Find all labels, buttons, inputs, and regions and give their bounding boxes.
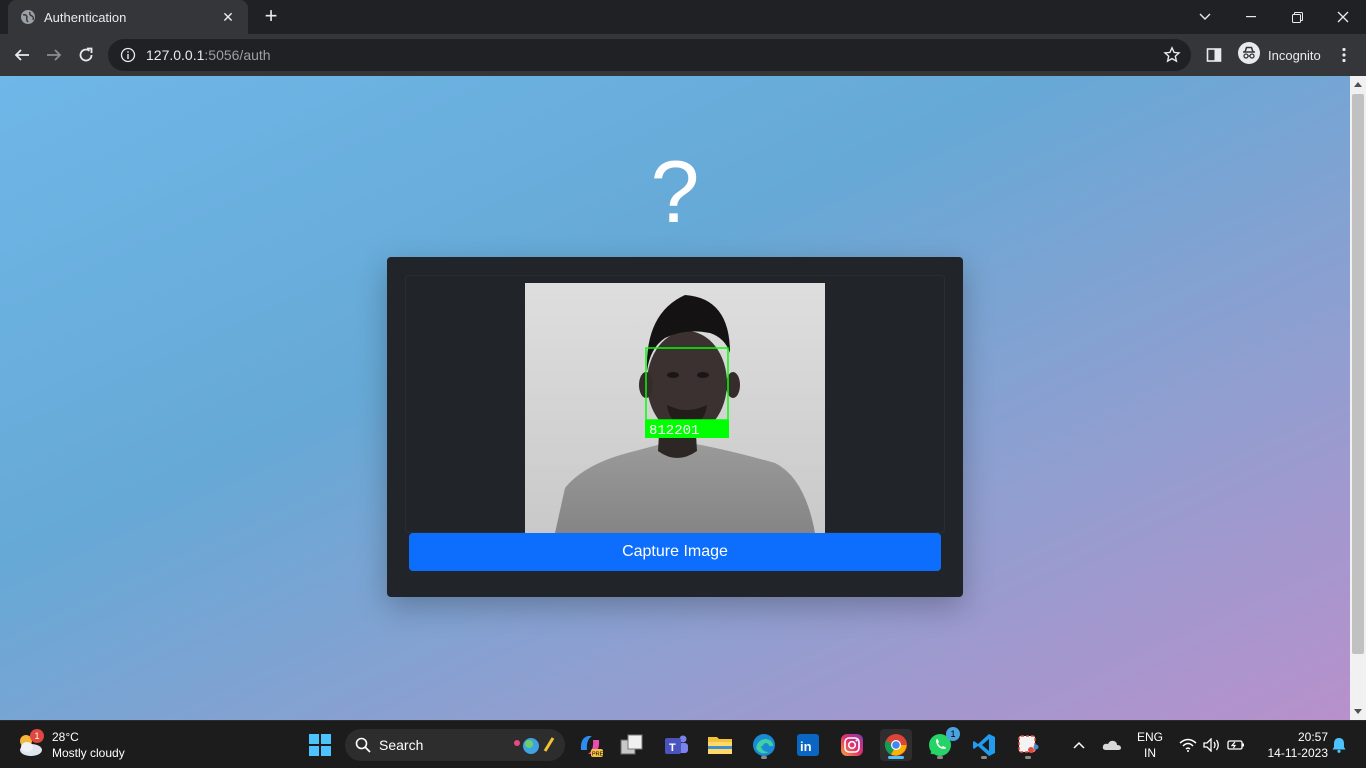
tab-title: Authentication xyxy=(44,9,127,25)
chrome-icon xyxy=(884,734,907,756)
face-id-label: 812201 xyxy=(649,423,699,439)
capture-image-button[interactable]: Capture Image xyxy=(409,533,941,571)
auth-card: 812201 Capture Image xyxy=(387,257,963,597)
edge-button[interactable] xyxy=(748,729,780,761)
weather-widget[interactable]: 1 28°C Mostly cloudy xyxy=(16,727,125,763)
clock-date: 14-11-2023 xyxy=(1267,746,1329,760)
windows-start-button[interactable] xyxy=(304,729,336,761)
chevron-up-icon xyxy=(1073,741,1085,749)
reload-button[interactable] xyxy=(72,41,100,69)
browser-toolbar: 127.0.0.1:5056/auth Incognito xyxy=(0,34,1366,76)
incognito-profile-button[interactable]: Incognito xyxy=(1232,41,1327,69)
snipping-tool-button[interactable] xyxy=(1012,729,1044,761)
bell-icon xyxy=(1332,738,1346,753)
chrome-menu-button[interactable] xyxy=(1330,41,1358,69)
reload-icon xyxy=(79,47,93,62)
cloudy-weather-icon: 1 xyxy=(16,729,44,759)
new-tab-button[interactable]: + xyxy=(260,5,282,28)
back-arrow-icon xyxy=(14,49,29,61)
linkedin-icon: in xyxy=(797,734,819,756)
copilot-icon: PRE xyxy=(580,736,603,758)
instagram-button[interactable] xyxy=(836,729,868,761)
region-code: IN xyxy=(1144,746,1156,760)
onedrive-button[interactable] xyxy=(1097,729,1127,761)
chrome-button[interactable] xyxy=(880,729,912,761)
language-indicator[interactable]: ENG IN xyxy=(1134,729,1166,761)
instagram-icon xyxy=(841,734,863,756)
linkedin-button[interactable]: in xyxy=(792,729,824,761)
site-info-icon[interactable] xyxy=(120,47,136,63)
battery-charging-icon xyxy=(1227,740,1244,750)
file-explorer-icon xyxy=(708,737,732,754)
vscode-button[interactable] xyxy=(968,729,1000,761)
scroll-down-icon[interactable] xyxy=(1354,709,1362,714)
weather-description: Mostly cloudy xyxy=(52,746,125,760)
system-tray-status[interactable] xyxy=(1174,729,1250,761)
scrollbar-thumb[interactable] xyxy=(1352,94,1364,654)
side-panel-icon xyxy=(1206,48,1222,62)
whatsapp-button[interactable]: 1 xyxy=(924,727,960,761)
page-scrollbar[interactable] xyxy=(1350,76,1366,720)
taskbar-search-box[interactable]: Search xyxy=(345,729,565,761)
teams-icon: T xyxy=(665,735,688,754)
svg-text:in: in xyxy=(800,739,812,754)
forward-button[interactable] xyxy=(40,41,68,69)
language-code: ENG xyxy=(1136,730,1163,744)
windows-taskbar: 1 28°C Mostly cloudy Search PRE T in 1 E… xyxy=(0,720,1366,768)
weather-badge: 1 xyxy=(30,729,44,743)
incognito-label: Incognito xyxy=(1268,47,1321,63)
back-button[interactable] xyxy=(8,41,36,69)
edge-icon xyxy=(753,734,775,756)
snipping-tool-icon xyxy=(1018,735,1039,753)
tab-close-icon[interactable]: ✕ xyxy=(220,9,236,26)
address-bar[interactable]: 127.0.0.1:5056/auth xyxy=(108,39,1191,71)
tab-authentication[interactable]: Authentication ✕ xyxy=(8,0,248,34)
side-panel-button[interactable] xyxy=(1200,41,1228,69)
show-hidden-icons-button[interactable] xyxy=(1064,729,1094,761)
tab-search-chevron-icon[interactable] xyxy=(1182,0,1228,34)
search-highlight-icon xyxy=(511,735,557,760)
whatsapp-badge: 1 xyxy=(946,727,960,741)
bookmark-star-icon[interactable] xyxy=(1163,46,1181,64)
url-host: 127.0.0.1 xyxy=(146,47,205,63)
volume-icon xyxy=(1203,738,1219,752)
windows-start-icon xyxy=(309,734,331,756)
onedrive-cloud-icon xyxy=(1102,740,1121,750)
camera-image: 812201 xyxy=(525,283,825,533)
page-viewport: ? 812201 Capture Image xyxy=(0,76,1350,720)
clock[interactable]: 20:57 14-11-2023 xyxy=(1256,729,1329,761)
clock-time: 20:57 xyxy=(1297,730,1328,744)
task-view-icon xyxy=(620,734,643,755)
restore-button[interactable] xyxy=(1274,0,1320,34)
copilot-button[interactable]: PRE xyxy=(574,729,606,761)
notifications-button[interactable] xyxy=(1328,729,1350,761)
wifi-icon xyxy=(1179,738,1197,752)
scroll-up-icon[interactable] xyxy=(1354,82,1362,87)
globe-icon xyxy=(20,9,36,25)
url-path: :5056/auth xyxy=(204,47,271,63)
weather-temperature: 28°C xyxy=(52,730,79,744)
browser-tab-strip: Authentication ✕ + xyxy=(0,0,1366,34)
camera-feed: 812201 xyxy=(525,283,825,533)
search-label: Search xyxy=(379,737,424,753)
page-heading: ? xyxy=(650,142,700,241)
svg-text:T: T xyxy=(669,742,676,754)
file-explorer-button[interactable] xyxy=(704,729,736,761)
incognito-icon xyxy=(1238,41,1260,69)
minimize-button[interactable] xyxy=(1228,0,1274,34)
kebab-menu-icon xyxy=(1342,47,1346,63)
forward-arrow-icon xyxy=(47,49,62,61)
teams-button[interactable]: T xyxy=(660,729,692,761)
task-view-button[interactable] xyxy=(616,729,648,761)
search-icon xyxy=(355,737,371,753)
svg-text:PRE: PRE xyxy=(592,752,603,758)
close-window-button[interactable] xyxy=(1320,0,1366,34)
vscode-icon xyxy=(973,734,995,756)
